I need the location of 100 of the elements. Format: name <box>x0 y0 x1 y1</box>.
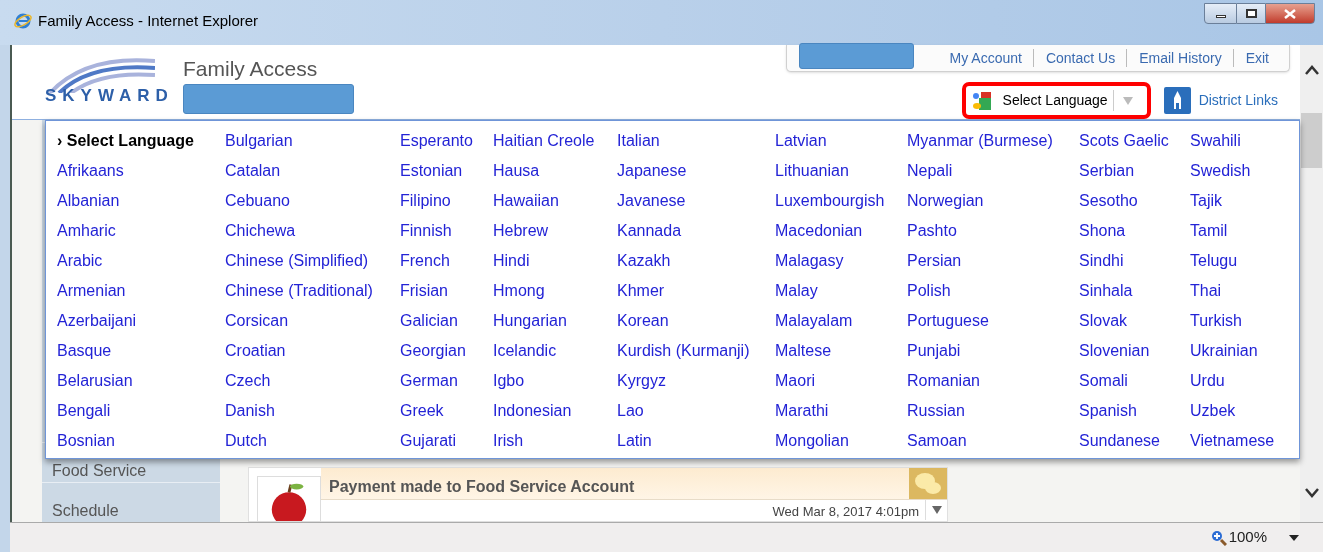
language-option[interactable]: Hebrew <box>493 216 617 246</box>
language-option[interactable]: Esperanto <box>400 126 493 156</box>
language-option[interactable]: Urdu <box>1190 366 1299 396</box>
language-option[interactable]: Japanese <box>617 156 775 186</box>
language-option[interactable]: Kazakh <box>617 246 775 276</box>
language-option[interactable]: Amharic <box>57 216 225 246</box>
language-option[interactable]: Sesotho <box>1079 186 1190 216</box>
language-option[interactable]: Hungarian <box>493 306 617 336</box>
language-option[interactable]: Hmong <box>493 276 617 306</box>
language-option[interactable]: Cebuano <box>225 186 400 216</box>
language-option[interactable]: Marathi <box>775 396 907 426</box>
language-option[interactable]: Polish <box>907 276 1079 306</box>
language-option[interactable]: Greek <box>400 396 493 426</box>
language-option[interactable]: Norwegian <box>907 186 1079 216</box>
language-option[interactable]: Russian <box>907 396 1079 426</box>
language-option[interactable]: Haitian Creole <box>493 126 617 156</box>
language-option[interactable]: Georgian <box>400 336 493 366</box>
language-option[interactable]: Icelandic <box>493 336 617 366</box>
language-option[interactable]: Frisian <box>400 276 493 306</box>
language-option[interactable]: Tamil <box>1190 216 1299 246</box>
language-option[interactable]: Italian <box>617 126 775 156</box>
language-option[interactable]: Latvian <box>775 126 907 156</box>
language-option[interactable]: Spanish <box>1079 396 1190 426</box>
language-option[interactable]: Kurdish (Kurmanji) <box>617 336 775 366</box>
language-option[interactable]: Armenian <box>57 276 225 306</box>
language-option[interactable]: Chinese (Simplified) <box>225 246 400 276</box>
vertical-scrollbar[interactable] <box>1300 45 1323 522</box>
account-link[interactable]: Exit <box>1232 49 1277 67</box>
language-option[interactable]: Dutch <box>225 426 400 456</box>
language-option[interactable]: Korean <box>617 306 775 336</box>
language-option[interactable]: Chinese (Traditional) <box>225 276 400 306</box>
language-option[interactable]: Filipino <box>400 186 493 216</box>
language-option[interactable]: Turkish <box>1190 306 1299 336</box>
language-option[interactable]: Malay <box>775 276 907 306</box>
language-option[interactable]: Luxembourgish <box>775 186 907 216</box>
language-option[interactable]: Hausa <box>493 156 617 186</box>
language-option[interactable]: Nepali <box>907 156 1079 186</box>
language-option[interactable]: Chichewa <box>225 216 400 246</box>
maximize-button[interactable] <box>1237 3 1265 24</box>
account-link[interactable]: Contact Us <box>1032 49 1124 67</box>
language-option[interactable]: Persian <box>907 246 1079 276</box>
language-option[interactable]: Tajik <box>1190 186 1299 216</box>
close-button[interactable] <box>1265 3 1315 24</box>
language-option[interactable]: Portuguese <box>907 306 1079 336</box>
language-option[interactable]: Maltese <box>775 336 907 366</box>
language-option[interactable]: Sundanese <box>1079 426 1190 456</box>
account-link[interactable]: My Account <box>941 49 1030 67</box>
scrollbar-thumb[interactable] <box>1301 113 1322 168</box>
language-option[interactable]: Latin <box>617 426 775 456</box>
language-option[interactable]: Serbian <box>1079 156 1190 186</box>
language-option[interactable]: Belarusian <box>57 366 225 396</box>
language-option[interactable]: Slovak <box>1079 306 1190 336</box>
language-option[interactable]: Sindhi <box>1079 246 1190 276</box>
account-link[interactable]: Email History <box>1126 49 1230 67</box>
language-option[interactable]: Arabic <box>57 246 225 276</box>
language-option[interactable]: Malayalam <box>775 306 907 336</box>
language-option[interactable]: Javanese <box>617 186 775 216</box>
language-option[interactable]: Khmer <box>617 276 775 306</box>
language-option[interactable]: Czech <box>225 366 400 396</box>
language-option[interactable]: Punjabi <box>907 336 1079 366</box>
district-links[interactable]: District Links <box>1198 90 1278 111</box>
language-option[interactable]: Pashto <box>907 216 1079 246</box>
language-option[interactable]: Malagasy <box>775 246 907 276</box>
language-option[interactable]: Lao <box>617 396 775 426</box>
language-option[interactable]: Telugu <box>1190 246 1299 276</box>
language-option[interactable]: Danish <box>225 396 400 426</box>
language-option[interactable]: Bulgarian <box>225 126 400 156</box>
language-option[interactable]: Finnish <box>400 216 493 246</box>
language-option[interactable]: Myanmar (Burmese) <box>907 126 1079 156</box>
language-option[interactable]: Kannada <box>617 216 775 246</box>
language-option[interactable]: Somali <box>1079 366 1190 396</box>
language-option[interactable]: Corsican <box>225 306 400 336</box>
language-option[interactable]: Lithuanian <box>775 156 907 186</box>
language-option[interactable]: Irish <box>493 426 617 456</box>
language-option[interactable]: Estonian <box>400 156 493 186</box>
language-option[interactable]: Indonesian <box>493 396 617 426</box>
language-option[interactable]: Swahili <box>1190 126 1299 156</box>
language-option[interactable]: Macedonian <box>775 216 907 246</box>
language-option[interactable]: Romanian <box>907 366 1079 396</box>
language-option[interactable]: Hawaiian <box>493 186 617 216</box>
language-option[interactable]: Azerbaijani <box>57 306 225 336</box>
language-option[interactable]: Thai <box>1190 276 1299 306</box>
language-option[interactable]: Uzbek <box>1190 396 1299 426</box>
language-option[interactable]: Hindi <box>493 246 617 276</box>
language-option[interactable]: Catalan <box>225 156 400 186</box>
language-option[interactable]: Bengali <box>57 396 225 426</box>
language-option[interactable]: Albanian <box>57 186 225 216</box>
language-option[interactable]: Sinhala <box>1079 276 1190 306</box>
language-option[interactable]: Kyrgyz <box>617 366 775 396</box>
language-option[interactable]: Maori <box>775 366 907 396</box>
language-option[interactable]: Vietnamese <box>1190 426 1299 456</box>
language-option[interactable]: Croatian <box>225 336 400 366</box>
language-option[interactable]: Shona <box>1079 216 1190 246</box>
language-option[interactable]: Samoan <box>907 426 1079 456</box>
language-option[interactable]: Galician <box>400 306 493 336</box>
language-option[interactable]: Scots Gaelic <box>1079 126 1190 156</box>
language-option[interactable]: Gujarati <box>400 426 493 456</box>
language-option[interactable]: Igbo <box>493 366 617 396</box>
language-option[interactable]: Swedish <box>1190 156 1299 186</box>
language-option[interactable]: › Select Language <box>57 126 225 156</box>
